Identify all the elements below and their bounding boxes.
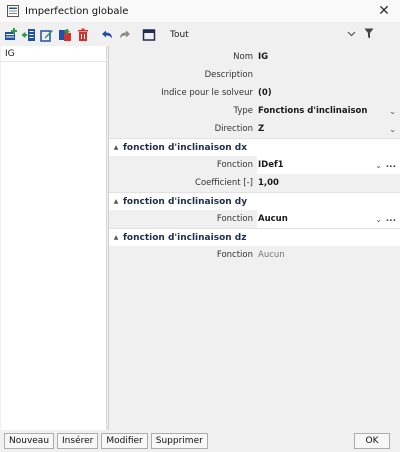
close-icon[interactable]: ✕ xyxy=(374,3,394,19)
section-title: fonction d'inclinaison dy xyxy=(123,196,248,207)
property-value[interactable]: Z xyxy=(257,124,400,134)
property-dx-fonction[interactable]: Fonction IDef1 ⌄ ... xyxy=(109,156,400,174)
property-indice-solveur: Indice pour le solveur (0) xyxy=(109,84,400,102)
modifier-button[interactable]: Modifier xyxy=(101,433,148,449)
collapse-icon[interactable]: ▲ xyxy=(109,234,123,241)
ellipsis-button[interactable]: ... xyxy=(386,160,396,170)
chevron-down-icon[interactable]: ⌄ xyxy=(375,215,382,224)
property-label: Indice pour le solveur xyxy=(161,88,253,98)
property-label: Coefficient [-] xyxy=(195,178,253,188)
property-label: Fonction xyxy=(109,210,257,228)
property-label: Description xyxy=(204,70,253,80)
insert-item-icon[interactable] xyxy=(22,28,36,42)
copy-item-icon[interactable] xyxy=(58,28,72,42)
property-value[interactable]: Fonctions d'inclinaison xyxy=(257,106,400,116)
redo-icon[interactable] xyxy=(118,28,132,42)
app-icon xyxy=(7,5,19,17)
property-type[interactable]: Type Fonctions d'inclinaison ⌄ xyxy=(109,102,400,120)
collapse-icon[interactable]: ▲ xyxy=(109,144,123,151)
property-nom[interactable]: Nom IG xyxy=(109,48,400,66)
ok-button[interactable]: OK xyxy=(354,433,390,449)
edit-item-icon[interactable] xyxy=(40,28,54,42)
property-label: Direction xyxy=(214,124,253,134)
chevron-down-icon[interactable]: ⌄ xyxy=(389,125,396,134)
section-dx-header[interactable]: ▲ fonction d'inclinaison dx xyxy=(109,138,400,156)
supprimer-button[interactable]: Supprimer xyxy=(150,433,208,449)
delete-item-icon[interactable] xyxy=(76,28,90,42)
button-bar: Nouveau Insérer Modifier Supprimer OK xyxy=(0,430,400,452)
chevron-down-icon[interactable] xyxy=(347,30,356,40)
list-item-label: IG xyxy=(5,49,15,59)
property-label: Fonction xyxy=(216,250,253,260)
items-list: IG xyxy=(1,46,107,430)
property-label: Fonction xyxy=(109,156,257,174)
title-bar: Imperfection globale ✕ xyxy=(0,0,400,22)
list-item[interactable]: IG xyxy=(1,46,106,62)
ellipsis-button[interactable]: ... xyxy=(386,214,396,224)
section-title: fonction d'inclinaison dx xyxy=(123,142,248,153)
new-item-icon[interactable] xyxy=(4,28,18,42)
property-label: Nom xyxy=(233,52,253,62)
filter-selection-label[interactable]: Tout xyxy=(170,30,189,40)
property-value[interactable]: IG xyxy=(257,52,400,62)
property-label: Type xyxy=(233,106,253,116)
section-dz-header[interactable]: ▲ fonction d'inclinaison dz xyxy=(109,228,400,246)
collapse-icon[interactable]: ▲ xyxy=(109,198,123,205)
property-direction[interactable]: Direction Z ⌄ xyxy=(109,120,400,138)
chevron-down-icon[interactable]: ⌄ xyxy=(389,107,396,116)
properties-panel: Nom IG Description Indice pour le solveu… xyxy=(108,46,400,430)
window-title: Imperfection globale xyxy=(25,5,129,17)
nouveau-button[interactable]: Nouveau xyxy=(4,433,55,449)
property-value: Aucun xyxy=(258,250,285,260)
undo-icon[interactable] xyxy=(100,28,114,42)
toolbar: Tout xyxy=(0,25,400,45)
section-dy-header[interactable]: ▲ fonction d'inclinaison dy xyxy=(109,192,400,210)
inserer-button[interactable]: Insérer xyxy=(57,433,99,449)
chevron-down-icon[interactable]: ⌄ xyxy=(375,161,382,170)
property-value[interactable]: 1,00 xyxy=(257,178,400,188)
section-title: fonction d'inclinaison dz xyxy=(123,232,247,243)
property-dz-fonction: Fonction Aucun xyxy=(109,246,400,264)
property-dy-fonction[interactable]: Fonction Aucun ⌄ ... xyxy=(109,210,400,228)
property-description[interactable]: Description xyxy=(109,66,400,84)
table-view-icon[interactable] xyxy=(142,28,156,42)
property-value: (0) xyxy=(258,88,272,98)
property-dx-coefficient[interactable]: Coefficient [-] 1,00 xyxy=(109,174,400,192)
filter-icon[interactable] xyxy=(364,28,374,42)
